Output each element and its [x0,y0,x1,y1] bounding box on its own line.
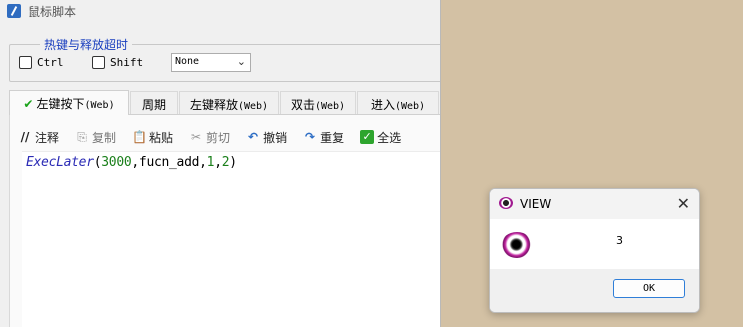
chevron-down-icon: ⌄ [236,55,246,68]
paste-label: 粘贴 [149,130,174,145]
redo-arrow-icon: ↷ [305,130,316,144]
eye-icon [499,197,513,209]
ctrl-checkbox-box[interactable] [19,56,32,69]
tab-suffix: (Web) [84,100,115,111]
green-check-icon: ✓ [360,130,375,144]
tab-suffix: (Web) [394,101,426,112]
undo-arrow-icon: ↶ [248,130,259,144]
undo-label: 撤销 [263,130,288,145]
tab-label: 双击 [290,98,315,112]
tab-suffix: (Web) [314,101,346,112]
tab-double-click[interactable]: 双击(Web) [280,91,356,114]
tab-left-up[interactable]: 左键释放(Web) [179,91,279,114]
select-all-label: 全选 [377,130,402,145]
eye-large-icon [501,232,533,258]
code-line: ExecLater(3000,fucn_add,1,2) [26,155,237,170]
edit-toolbar: // 注释 ⎘ 复制 📋 粘贴 ✂ 剪切 ↶ 撤销 ↷ 重复 ✓ 全选 [18,128,417,146]
key-select[interactable]: None ⌄ [171,53,251,72]
window-title: 鼠标脚本 [28,5,77,19]
shift-checkbox-box[interactable] [92,56,105,69]
tab-enter[interactable]: 进入(Web) [357,91,439,114]
ctrl-checkbox[interactable]: Ctrl [19,56,64,69]
tab-label: 左键按下 [36,97,85,111]
code-function: ExecLater [26,155,94,170]
comment-button[interactable]: // 注释 [18,128,59,146]
redo-button[interactable]: ↷ 重复 [303,128,344,146]
check-icon: ✔ [23,97,34,111]
tab-label: 左键释放 [189,98,238,112]
cut-label: 剪切 [206,130,231,145]
app-icon [7,4,21,18]
scissors-icon: ✂ [191,130,202,144]
script-window: 鼠标脚本 热键与释放超时 Ctrl Shift None ⌄ ✔ 左键按下(Web… [0,0,441,327]
shift-checkbox[interactable]: Shift [92,56,143,69]
copy-label: 复制 [92,130,117,145]
copy-button[interactable]: ⎘ 复制 [75,128,116,146]
cut-button[interactable]: ✂ 剪切 [189,128,230,146]
redo-label: 重复 [320,130,345,145]
tab-left-down[interactable]: ✔ 左键按下(Web) [9,90,129,115]
paste-icon: 📋 [132,130,147,144]
code-arg-delay: 3000 [101,155,132,170]
code-paren-close: ) [229,155,237,170]
comment-slashes-icon: // [20,130,30,144]
paste-button[interactable]: 📋 粘贴 [132,128,173,146]
comment-label: 注释 [35,130,60,145]
key-select-value: None [175,56,200,67]
ok-button[interactable]: OK [613,279,685,298]
title-bar: 鼠标脚本 [0,0,440,22]
tab-cycle[interactable]: 周期 [130,91,178,114]
code-comma: , [214,155,222,170]
view-dialog: VIEW ✕ 3 OK [489,188,700,313]
code-editor[interactable] [22,151,440,327]
close-icon[interactable]: ✕ [677,194,690,213]
dialog-message: 3 [616,234,623,247]
tab-label: 周期 [141,98,166,112]
event-tabs: ✔ 左键按下(Web) 周期 左键释放(Web) 双击(Web) 进入(Web) [9,90,440,115]
tab-suffix: (Web) [237,101,269,112]
tab-label: 进入 [370,98,395,112]
shift-label: Shift [110,56,144,69]
copy-icon: ⎘ [77,130,87,144]
hotkey-group-legend: 热键与释放超时 [40,36,133,53]
code-arg-callback: ,fucn_add, [131,155,207,170]
undo-button[interactable]: ↶ 撤销 [246,128,287,146]
dialog-title: VIEW [520,197,552,211]
select-all-button[interactable]: ✓ 全选 [360,128,401,146]
dialog-title-bar[interactable]: VIEW ✕ [490,189,699,219]
ctrl-label: Ctrl [37,56,64,69]
